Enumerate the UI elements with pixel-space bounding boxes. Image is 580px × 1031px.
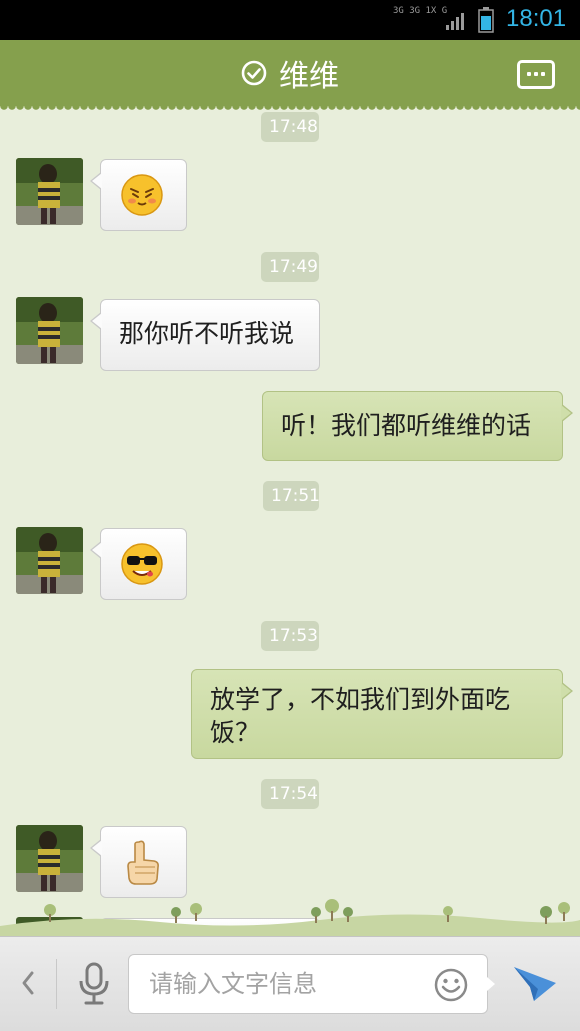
blushing-face-emoji (121, 174, 163, 216)
contact-avatar[interactable] (16, 297, 83, 364)
sunglasses-face-emoji (121, 543, 163, 585)
timestamp: 17:48 (261, 112, 319, 142)
microphone-icon[interactable] (74, 961, 114, 1007)
timestamp: 17:51 (263, 481, 320, 511)
signal-icon (446, 13, 464, 30)
network-indicator: 3G 3G 1X G (393, 6, 448, 16)
status-bar: 3G 3G 1X G 18:01 (0, 0, 580, 40)
input-bar: 请输入文字信息 (0, 936, 580, 1031)
paper-plane-icon[interactable] (512, 963, 558, 1005)
clock: 18:01 (506, 5, 567, 32)
message-bubble-outgoing[interactable]: 放学了，不如我们到外面吃 饭？ (191, 669, 573, 759)
message-text: 听！我们都听维维的话 (281, 411, 532, 440)
chat-header: 维维 (0, 40, 580, 112)
pointing-up-hand-emoji (127, 840, 159, 885)
timestamp: 17:53 (261, 621, 319, 651)
message-bubble-incoming[interactable] (90, 159, 187, 231)
message-text: 那你听不听我说 (119, 319, 295, 348)
more-dots-icon (527, 72, 531, 76)
message-bubble-incoming[interactable] (90, 826, 187, 898)
message-bubble-incoming[interactable] (90, 528, 187, 600)
check-circle-icon (241, 60, 267, 86)
landscape-decoration (0, 899, 580, 936)
message-input[interactable]: 请输入文字信息 (128, 954, 495, 1014)
timestamp: 17:49 (261, 252, 319, 282)
message-text-line-1: 放学了，不如我们到外面吃 (210, 685, 511, 714)
battery-icon (478, 7, 494, 33)
input-placeholder: 请输入文字信息 (149, 970, 317, 998)
contact-avatar[interactable] (16, 825, 83, 892)
smiley-icon[interactable] (433, 967, 469, 1003)
message-bubble-incoming[interactable]: 那你听不听我说 (90, 299, 320, 371)
message-bubble-outgoing[interactable]: 听！我们都听维维的话 (262, 391, 573, 461)
avatar-photo (16, 158, 83, 225)
contact-name: 维维 (279, 59, 339, 94)
avatar-photo (16, 527, 83, 594)
timestamp: 17:54 (261, 779, 319, 809)
message-text-line-2: 饭？ (210, 718, 261, 747)
divider (56, 959, 57, 1009)
avatar-photo (16, 297, 83, 364)
contact-avatar[interactable] (16, 527, 83, 594)
contact-avatar[interactable] (16, 158, 83, 225)
avatar-photo (16, 825, 83, 892)
more-options-button[interactable] (517, 60, 555, 89)
message-list[interactable]: 17:48 17:49 那你听不听我说 听！我们都听维维的话 17:51 17:… (0, 106, 580, 936)
chevron-left-icon[interactable] (18, 967, 38, 999)
